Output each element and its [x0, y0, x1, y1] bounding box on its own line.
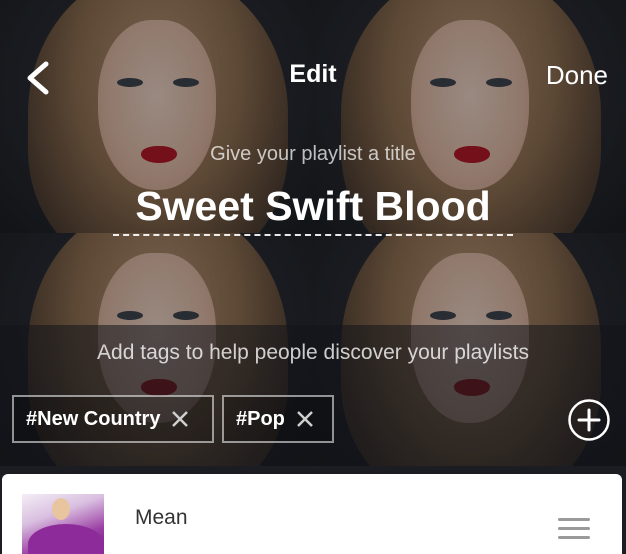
plus-circle-icon [568, 399, 610, 441]
add-tag-button[interactable] [567, 398, 611, 442]
page-title: Edit [289, 60, 337, 88]
tag-chip: #New Country [12, 395, 214, 443]
song-title: Mean [135, 506, 188, 529]
tag-label: #New Country [26, 407, 161, 430]
playlist-title-hint: Give your playlist a title [210, 143, 416, 165]
drag-handle-icon[interactable] [558, 518, 590, 539]
done-button[interactable]: Done [546, 60, 608, 91]
album-art [22, 494, 104, 554]
tags-hint: Add tags to help people discover your pl… [97, 341, 529, 364]
song-list-item[interactable]: Mean [2, 474, 622, 554]
close-icon[interactable] [170, 409, 190, 429]
tag-chip: #Pop [222, 395, 334, 443]
playlist-title-input[interactable]: Sweet Swift Blood [113, 180, 513, 236]
tag-label: #Pop [236, 407, 285, 430]
close-icon[interactable] [295, 409, 315, 429]
